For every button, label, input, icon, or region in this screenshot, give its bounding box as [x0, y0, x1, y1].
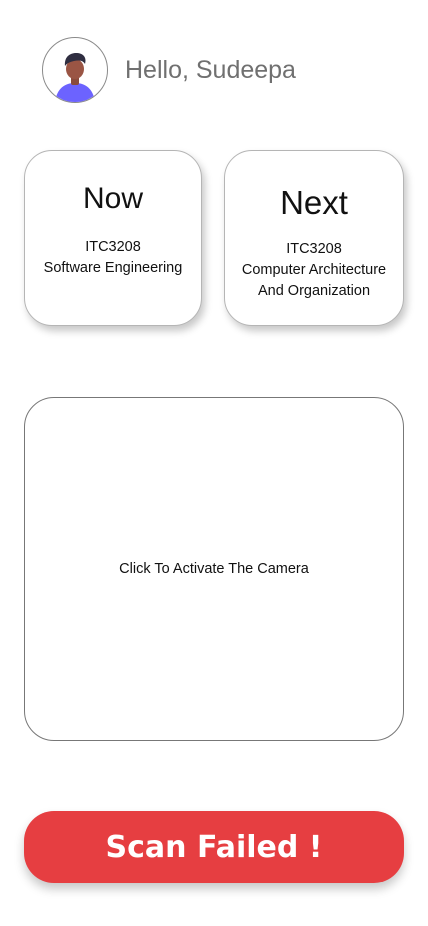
header: Hello, Sudeepa	[42, 36, 296, 104]
next-class-code: ITC3208	[286, 241, 342, 257]
greeting-text: Hello, Sudeepa	[125, 55, 296, 84]
camera-activate-area[interactable]: Click To Activate The Camera	[24, 397, 404, 741]
camera-prompt: Click To Activate The Camera	[119, 561, 309, 577]
next-class-name-line1: Computer Architecture	[241, 262, 387, 278]
avatar[interactable]	[42, 37, 108, 103]
next-class-name-line2: And Organization	[257, 283, 371, 299]
current-class-card[interactable]: Now ITC3208 Software Engineering	[24, 150, 202, 326]
next-class-title: Next	[280, 184, 348, 221]
current-class-code: ITC3208	[85, 239, 141, 255]
current-class-name: Software Engineering	[43, 260, 183, 276]
current-class-title: Now	[82, 182, 143, 215]
scan-status-button[interactable]: Scan Failed !	[24, 811, 404, 883]
user-avatar-icon	[55, 53, 95, 102]
next-class-card[interactable]: Next ITC3208 Computer Architecture And O…	[224, 150, 404, 326]
